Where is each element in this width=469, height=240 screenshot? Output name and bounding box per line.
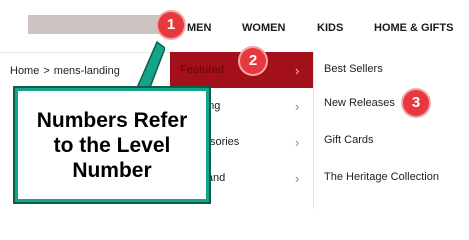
breadcrumb-current: mens-landing <box>53 65 120 77</box>
breadcrumb: Home > mens-landing <box>10 65 120 77</box>
chevron-right-icon: › <box>295 99 300 114</box>
menu-item-best-sellers[interactable]: Best Sellers <box>324 63 383 75</box>
chevron-right-icon: › <box>295 171 300 186</box>
menu-item-label: Featured <box>180 64 225 76</box>
menu-level-3: Best Sellers New Releases Gift Cards The… <box>313 52 469 209</box>
breadcrumb-separator: > <box>43 65 50 77</box>
chevron-right-icon: › <box>295 63 300 78</box>
menu-item-heritage-collection[interactable]: The Heritage Collection <box>324 171 439 183</box>
callout-text: Numbers Refer to the Level Number <box>37 108 188 183</box>
nav-home-and-gifts[interactable]: HOME & GIFTS <box>374 22 453 34</box>
callout-line: Numbers Refer <box>36 108 188 132</box>
nav-kids[interactable]: KIDS <box>317 22 343 34</box>
callout-line: Number <box>72 158 152 182</box>
nav-men[interactable]: MEN <box>187 22 211 34</box>
menu-item-gift-cards[interactable]: Gift Cards <box>324 134 374 146</box>
callout-pointer <box>135 40 165 90</box>
level-2-badge: 2 <box>240 48 266 74</box>
annotation-callout: Numbers Refer to the Level Number <box>13 86 211 204</box>
top-navigation-bar: MEN WOMEN KIDS HOME & GIFTS <box>0 0 469 53</box>
menu-item-new-releases[interactable]: New Releases <box>324 97 395 109</box>
breadcrumb-home[interactable]: Home <box>10 65 39 77</box>
callout-line: to the Level <box>53 133 171 157</box>
chevron-right-icon: › <box>295 135 300 150</box>
nav-women[interactable]: WOMEN <box>242 22 285 34</box>
callout-body: Numbers Refer to the Level Number <box>18 91 206 199</box>
level-1-badge: 1 <box>158 12 184 38</box>
level-3-badge: 3 <box>403 90 429 116</box>
